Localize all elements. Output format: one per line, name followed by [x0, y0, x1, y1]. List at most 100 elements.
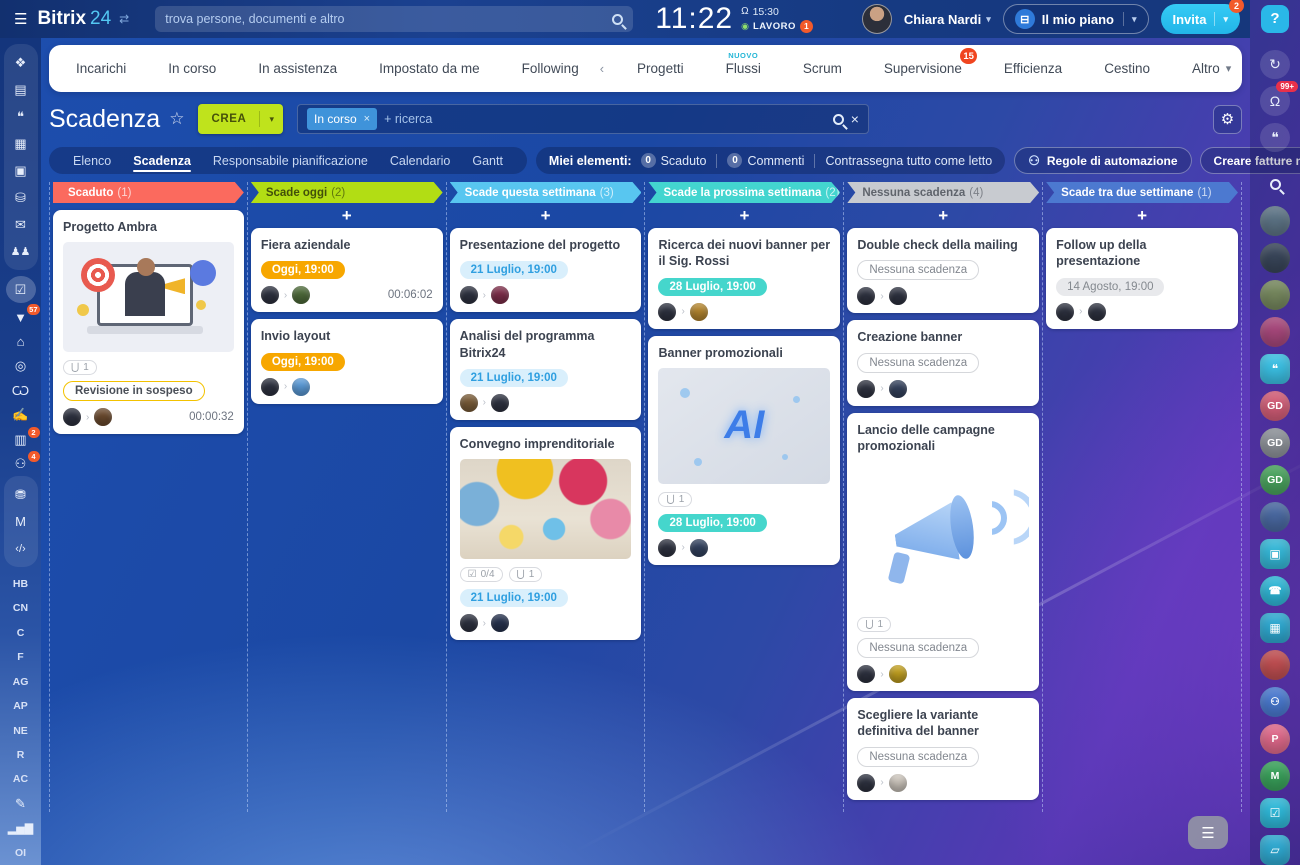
task-card[interactable]: Ricerca dei nuovi banner per il Sig. Ros… [648, 228, 840, 329]
sidebar-group-oi[interactable]: OI [15, 841, 26, 865]
sidebar-item-storage[interactable]: ⛃ [6, 481, 36, 508]
sidebar-item-contacts[interactable]: ▥2 [6, 428, 36, 452]
search-icon[interactable] [833, 114, 844, 125]
recent-chat-avatar[interactable] [1260, 280, 1290, 310]
switch-account-icon[interactable]: ⇄ [119, 12, 129, 26]
tab-efficienza[interactable]: Efficienza [983, 45, 1083, 92]
calendar-app-icon[interactable]: ▦ [1260, 613, 1290, 643]
recent-chat-avatar[interactable] [1260, 502, 1290, 532]
sidebar-item-notes[interactable]: ✎ [6, 792, 36, 816]
column-header[interactable]: Nessuna scadenza (4) [847, 182, 1039, 203]
sidebar-item-stats[interactable]: ▂▅▇ [6, 816, 36, 840]
view-responsabile[interactable]: Responsabile pianificazione [202, 147, 379, 174]
group-avatar-gd[interactable]: GD [1260, 391, 1290, 421]
tab-scrum[interactable]: Scrum [782, 45, 863, 92]
screen-app-icon[interactable]: ▣ [1260, 539, 1290, 569]
people-app-icon[interactable]: ⚇ [1260, 687, 1290, 717]
view-scadenza[interactable]: Scadenza [122, 147, 202, 174]
column-header[interactable]: Scade oggi (2) [251, 182, 443, 203]
folder-app-icon[interactable]: ▱ [1260, 835, 1290, 865]
user-menu[interactable]: Chiara Nardi ▾ [904, 12, 991, 27]
group-avatar-gd[interactable]: GD [1260, 428, 1290, 458]
my-plan-button[interactable]: ⊟ Il mio piano ▾ [1003, 4, 1149, 34]
sidebar-item-copilot[interactable]: ⚇4 [6, 452, 36, 476]
group-avatar-m[interactable]: M [1260, 761, 1290, 791]
column-header[interactable]: Scade tra due settimane (1) [1046, 182, 1238, 203]
work-status[interactable]: ◉ LAVORO 1 [741, 20, 813, 33]
add-task-button[interactable]: + [1137, 207, 1147, 224]
settings-button[interactable]: ⚙ [1213, 105, 1242, 134]
tab-cestino[interactable]: Cestino [1083, 45, 1171, 92]
sidebar-group-ac[interactable]: AC [13, 767, 28, 791]
comments-counter[interactable]: Commenti [747, 154, 804, 168]
filter-search-input[interactable] [384, 112, 826, 126]
task-card[interactable]: Convegno imprenditoriale ☑0/4 ⋃1 21 Lugl… [450, 427, 642, 640]
filter-bar[interactable]: In corso × × [297, 104, 869, 134]
bitrix24-logo[interactable]: Bitrix 24 [37, 8, 111, 30]
sidebar-group-c[interactable]: C [17, 620, 25, 644]
global-search[interactable] [155, 6, 633, 32]
sidebar-item-documents[interactable]: ▣ [6, 157, 36, 184]
hamburger-menu-icon[interactable]: ☰ [14, 10, 27, 28]
task-card[interactable]: Creazione banner Nessuna scadenza › [847, 320, 1039, 405]
notifications-button[interactable]: Ω 99+ [1260, 86, 1290, 116]
task-card[interactable]: Follow up della presentazione 14 Agosto,… [1046, 228, 1238, 329]
rail-search-button[interactable] [1260, 169, 1290, 199]
tab-impostato-da-me[interactable]: Impostato da me [358, 45, 501, 92]
mark-all-read[interactable]: Contrassegna tutto come letto [825, 154, 992, 168]
filter-chip[interactable]: In corso × [307, 108, 377, 130]
recent-chat-avatar[interactable] [1260, 243, 1290, 273]
sidebar-group-ne[interactable]: NE [13, 718, 28, 742]
sidebar-group-hb[interactable]: HB [13, 571, 28, 595]
task-card[interactable]: Fiera aziendale Oggi, 19:00 › 00:06:02 [251, 228, 443, 312]
tab-flussi[interactable]: NUOVO Flussi [705, 45, 782, 92]
task-card[interactable]: Presentazione del progetto 21 Luglio, 19… [450, 228, 642, 312]
task-card[interactable]: Analisi del programma Bitrix24 21 Luglio… [450, 319, 642, 420]
tab-incarichi[interactable]: Incarichi [55, 45, 147, 92]
sidebar-item-drive[interactable]: ⛁ [6, 184, 36, 211]
reminder[interactable]: Ω 15:30 [741, 6, 813, 18]
chat-app-icon[interactable]: ❝ [1260, 354, 1290, 384]
sidebar-item-messenger[interactable]: ❝ [6, 103, 36, 130]
phone-app-icon[interactable]: ☎ [1260, 576, 1290, 606]
sidebar-group-ag[interactable]: AG [13, 669, 29, 693]
sidebar-item-developer[interactable]: ‹/› [6, 535, 36, 562]
recent-chat-avatar[interactable] [1260, 206, 1290, 236]
task-card[interactable]: Double check della mailing Nessuna scade… [847, 228, 1039, 313]
group-avatar-p[interactable]: P [1260, 724, 1290, 754]
sidebar-item-tasks[interactable]: ☑ [6, 276, 36, 303]
sidebar-item-market[interactable]: M [6, 508, 36, 535]
recent-chat-avatar[interactable] [1260, 650, 1290, 680]
sidebar-item-shop[interactable]: Ѡ [6, 379, 36, 403]
column-header[interactable]: Scade la prossima settimana (2) [648, 182, 840, 203]
sidebar-item-marketing[interactable]: ◎ [6, 354, 36, 378]
sidebar-item-esignature[interactable]: ✍ [6, 403, 36, 427]
sidebar-item-company[interactable]: ⌂ [6, 330, 36, 354]
view-elenco[interactable]: Elenco [62, 147, 122, 174]
tab-in-assistenza[interactable]: In assistenza [237, 45, 358, 92]
help-button[interactable]: ? [1261, 5, 1289, 33]
add-task-button[interactable]: + [739, 207, 749, 224]
tab-altro[interactable]: Altro ▾ [1171, 45, 1252, 92]
user-avatar[interactable] [862, 4, 892, 34]
add-task-button[interactable]: + [938, 207, 948, 224]
task-card[interactable]: Progetto Ambra ⋃1 Revisione in sospeso › [53, 210, 244, 434]
overdue-counter[interactable]: Scaduto [661, 154, 707, 168]
history-button[interactable]: ↻ [1260, 50, 1290, 80]
chevron-left-icon[interactable]: ‹ [600, 61, 608, 76]
sidebar-group-f[interactable]: F [17, 645, 23, 669]
tasks-app-icon[interactable]: ☑ [1260, 798, 1290, 828]
clear-filter-icon[interactable]: × [851, 111, 859, 127]
task-card[interactable]: Lancio delle campagne promozionali ⋃1 Ne… [847, 413, 1039, 692]
chat-button[interactable]: ❝ [1260, 123, 1290, 153]
tab-progetti[interactable]: Progetti [616, 45, 705, 92]
invite-button[interactable]: Invita ▾ 2 [1161, 4, 1241, 34]
tab-supervisione[interactable]: Supervisione 15 [863, 45, 983, 92]
sidebar-group-ap[interactable]: AP [13, 694, 28, 718]
floating-menu-button[interactable]: ☰ [1188, 816, 1228, 849]
column-header[interactable]: Scaduto (1) [53, 182, 244, 203]
search-icon[interactable] [612, 14, 623, 25]
add-task-button[interactable]: + [342, 207, 352, 224]
sidebar-item-collaboration[interactable]: ❖ [6, 49, 36, 76]
sidebar-item-feed[interactable]: ▤ [6, 76, 36, 103]
